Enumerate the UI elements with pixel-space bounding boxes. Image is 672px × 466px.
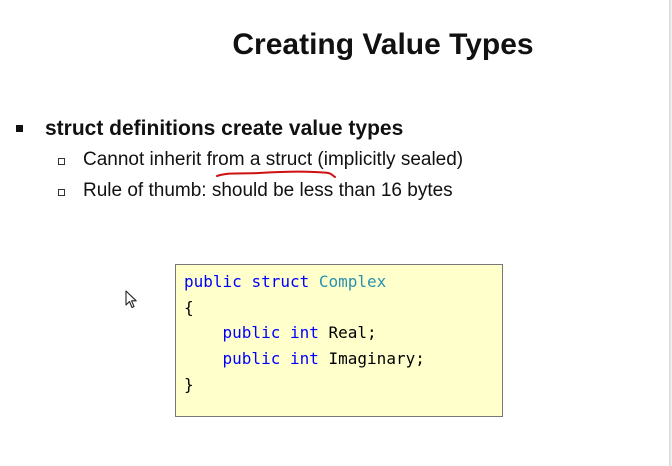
- sub-bullet-2: Rule of thumb: should be less than 16 by…: [83, 180, 453, 201]
- code-keyword: int: [289, 323, 319, 342]
- code-open-brace: {: [184, 298, 194, 317]
- hollow-square-bullet-icon: [58, 189, 65, 196]
- red-pen-underline: [216, 170, 336, 178]
- main-bullet-text: struct definitions create value types: [45, 117, 404, 140]
- code-keyword: struct: [251, 272, 310, 291]
- code-type-name: Complex: [318, 272, 387, 291]
- hollow-square-bullet-icon: [58, 158, 65, 165]
- code-field-imaginary: public int Imaginary;: [184, 349, 425, 368]
- sub-bullet-1-prefix: Cannot inherit: [83, 149, 207, 170]
- code-field-real: public int Real;: [184, 323, 377, 342]
- code-keyword: public: [222, 323, 281, 342]
- code-block: public struct Complex { public int Real;…: [175, 264, 503, 417]
- code-struct-declaration: public struct Complex: [184, 272, 386, 291]
- code-field-name: Real;: [328, 323, 377, 342]
- code-close-brace: }: [184, 375, 194, 394]
- mouse-pointer-icon: [125, 290, 137, 309]
- code-keyword: int: [289, 349, 319, 368]
- code-field-name: Imaginary;: [328, 349, 425, 368]
- slide-title: Creating Value Types: [232, 28, 534, 61]
- code-keyword: public: [222, 349, 281, 368]
- bullet-square-icon: [16, 125, 23, 132]
- code-keyword: public: [184, 272, 242, 291]
